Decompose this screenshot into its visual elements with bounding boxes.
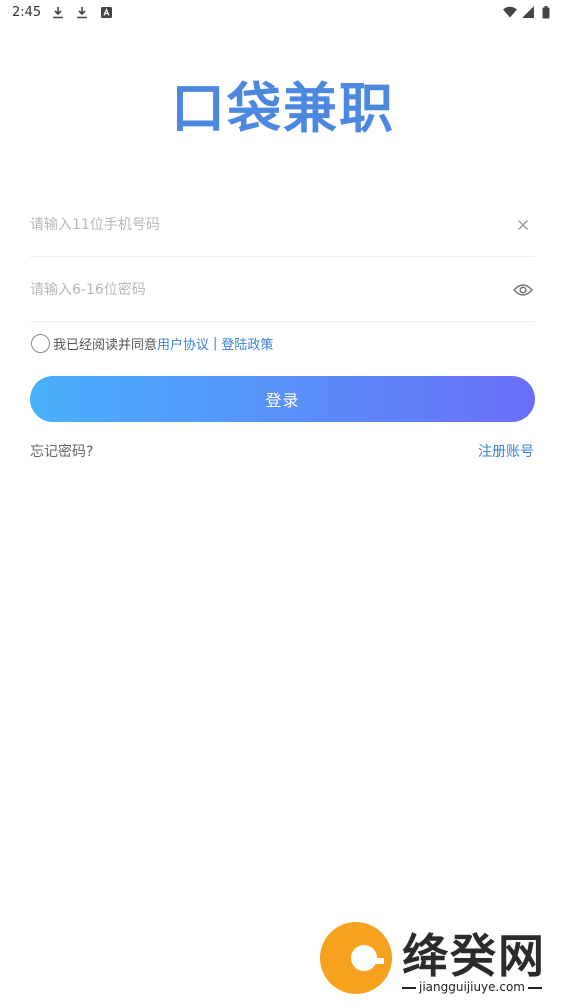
password-input[interactable]: [30, 269, 505, 310]
status-right: [503, 5, 553, 19]
eye-icon: [513, 283, 533, 296]
register-link[interactable]: 注册账号: [478, 441, 534, 461]
watermark-divider: [528, 986, 542, 989]
user-agreement-link[interactable]: 用户协议: [157, 334, 209, 353]
signal-icon: [521, 5, 535, 19]
logo-text: 口袋兼职: [171, 77, 395, 139]
status-left: 2:45: [12, 5, 113, 20]
download-icon: [51, 5, 65, 19]
watermark-url-row: jiangguijiuye.com: [392, 980, 552, 994]
forgot-password-link[interactable]: 忘记密码?: [30, 441, 93, 461]
watermark: 绛癸网 jiangguijiuye.com: [318, 918, 558, 1000]
agreement-row: 我已经阅读并同意 用户协议 | 登陆政策: [31, 332, 273, 354]
phone-input[interactable]: [30, 204, 505, 245]
a-icon: [99, 5, 113, 19]
phone-field: [30, 193, 535, 257]
password-field: [30, 258, 535, 322]
watermark-text: 绛癸网: [402, 929, 546, 983]
clear-button[interactable]: [505, 207, 541, 243]
watermark-logo-icon: [320, 922, 392, 994]
app-logo: 口袋兼职: [0, 68, 565, 148]
agreement-checkbox[interactable]: [31, 333, 50, 353]
watermark-url: jiangguijiuye.com: [418, 980, 525, 994]
status-bar: 2:45: [0, 0, 565, 24]
login-screen: 2:45 口袋兼职 请输入11位手机号码 我已经阅读并同意 用户协议 | 登陆政…: [0, 0, 565, 1004]
agreement-prefix: 我已经阅读并同意: [53, 337, 158, 353]
status-time: 2:45: [12, 4, 42, 20]
logo-wordmark: 口袋兼职: [171, 77, 395, 139]
login-button[interactable]: 登录: [30, 376, 535, 422]
watermark-divider: [401, 986, 416, 989]
download-icon: [75, 5, 89, 19]
wifi-icon: [503, 5, 517, 19]
login-policy-link[interactable]: 登陆政策: [221, 334, 273, 353]
close-icon: [518, 219, 528, 230]
battery-icon: [539, 5, 553, 19]
agreement-separator: |: [213, 335, 218, 351]
toggle-password-button[interactable]: [505, 272, 541, 308]
